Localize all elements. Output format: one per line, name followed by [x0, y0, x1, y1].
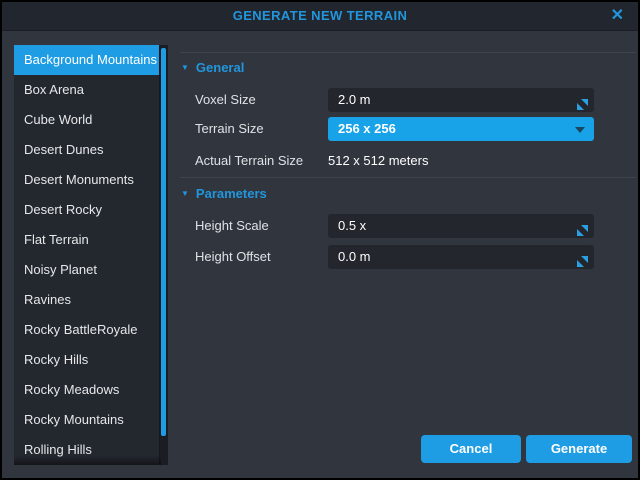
collapse-triangle-icon: ▼	[181, 185, 189, 203]
actual-terrain-size-label: Actual Terrain Size	[195, 149, 325, 173]
close-icon[interactable]: ✕	[607, 2, 628, 30]
section-divider	[180, 52, 636, 53]
section-title: Parameters	[196, 186, 267, 201]
voxel-size-label: Voxel Size	[195, 88, 325, 112]
drag-handle-icon[interactable]	[577, 251, 588, 262]
terrain-preset-items: Background Mountains Box Arena Cube Worl…	[14, 45, 160, 465]
titlebar: GENERATE NEW TERRAIN ✕	[2, 2, 638, 31]
voxel-size-field[interactable]: 2.0 m	[328, 88, 594, 112]
generate-button[interactable]: Generate	[526, 435, 632, 463]
section-header-parameters[interactable]: ▼ Parameters	[181, 185, 267, 203]
sidebar-item-rocky-hills[interactable]: Rocky Hills	[14, 345, 160, 375]
drag-handle-icon[interactable]	[577, 94, 588, 105]
sidebar-item-flat-terrain[interactable]: Flat Terrain	[14, 225, 160, 255]
terrain-size-label: Terrain Size	[195, 117, 325, 141]
terrain-size-dropdown[interactable]: 256 x 256	[328, 117, 594, 141]
sidebar-item-noisy-planet[interactable]: Noisy Planet	[14, 255, 160, 285]
sidebar-item-rolling-hills[interactable]: Rolling Hills	[14, 435, 160, 465]
dialog-title: GENERATE NEW TERRAIN	[2, 2, 638, 30]
drag-handle-icon[interactable]	[577, 220, 588, 231]
height-offset-value: 0.0 m	[338, 249, 371, 264]
sidebar-item-background-mountains[interactable]: Background Mountains	[14, 45, 160, 75]
collapse-triangle-icon: ▼	[181, 59, 189, 77]
height-scale-value: 0.5 x	[338, 218, 366, 233]
sidebar-item-desert-rocky[interactable]: Desert Rocky	[14, 195, 160, 225]
sidebar-item-desert-dunes[interactable]: Desert Dunes	[14, 135, 160, 165]
sidebar-scrollbar[interactable]	[159, 45, 168, 465]
actual-terrain-size-value: 512 x 512 meters	[328, 149, 428, 173]
sidebar-item-rocky-meadows[interactable]: Rocky Meadows	[14, 375, 160, 405]
height-offset-field[interactable]: 0.0 m	[328, 245, 594, 269]
voxel-size-value: 2.0 m	[338, 92, 371, 107]
sidebar-item-rocky-mountains[interactable]: Rocky Mountains	[14, 405, 160, 435]
cancel-button[interactable]: Cancel	[421, 435, 521, 463]
terrain-size-value: 256 x 256	[338, 121, 396, 136]
height-scale-field[interactable]: 0.5 x	[328, 214, 594, 238]
section-title: General	[196, 60, 244, 75]
sidebar-item-cube-world[interactable]: Cube World	[14, 105, 160, 135]
terrain-preset-list: Background Mountains Box Arena Cube Worl…	[14, 45, 168, 465]
chevron-down-icon	[575, 127, 585, 133]
sidebar-item-rocky-battleroyale[interactable]: Rocky BattleRoyale	[14, 315, 160, 345]
height-scale-label: Height Scale	[195, 214, 325, 238]
sidebar-item-box-arena[interactable]: Box Arena	[14, 75, 160, 105]
height-offset-label: Height Offset	[195, 245, 325, 269]
generate-terrain-dialog: GENERATE NEW TERRAIN ✕ Background Mounta…	[0, 0, 640, 480]
section-header-general[interactable]: ▼ General	[181, 59, 244, 77]
sidebar-scrollbar-thumb[interactable]	[161, 48, 166, 436]
sidebar-item-ravines[interactable]: Ravines	[14, 285, 160, 315]
section-divider	[180, 177, 636, 178]
sidebar-item-desert-monuments[interactable]: Desert Monuments	[14, 165, 160, 195]
